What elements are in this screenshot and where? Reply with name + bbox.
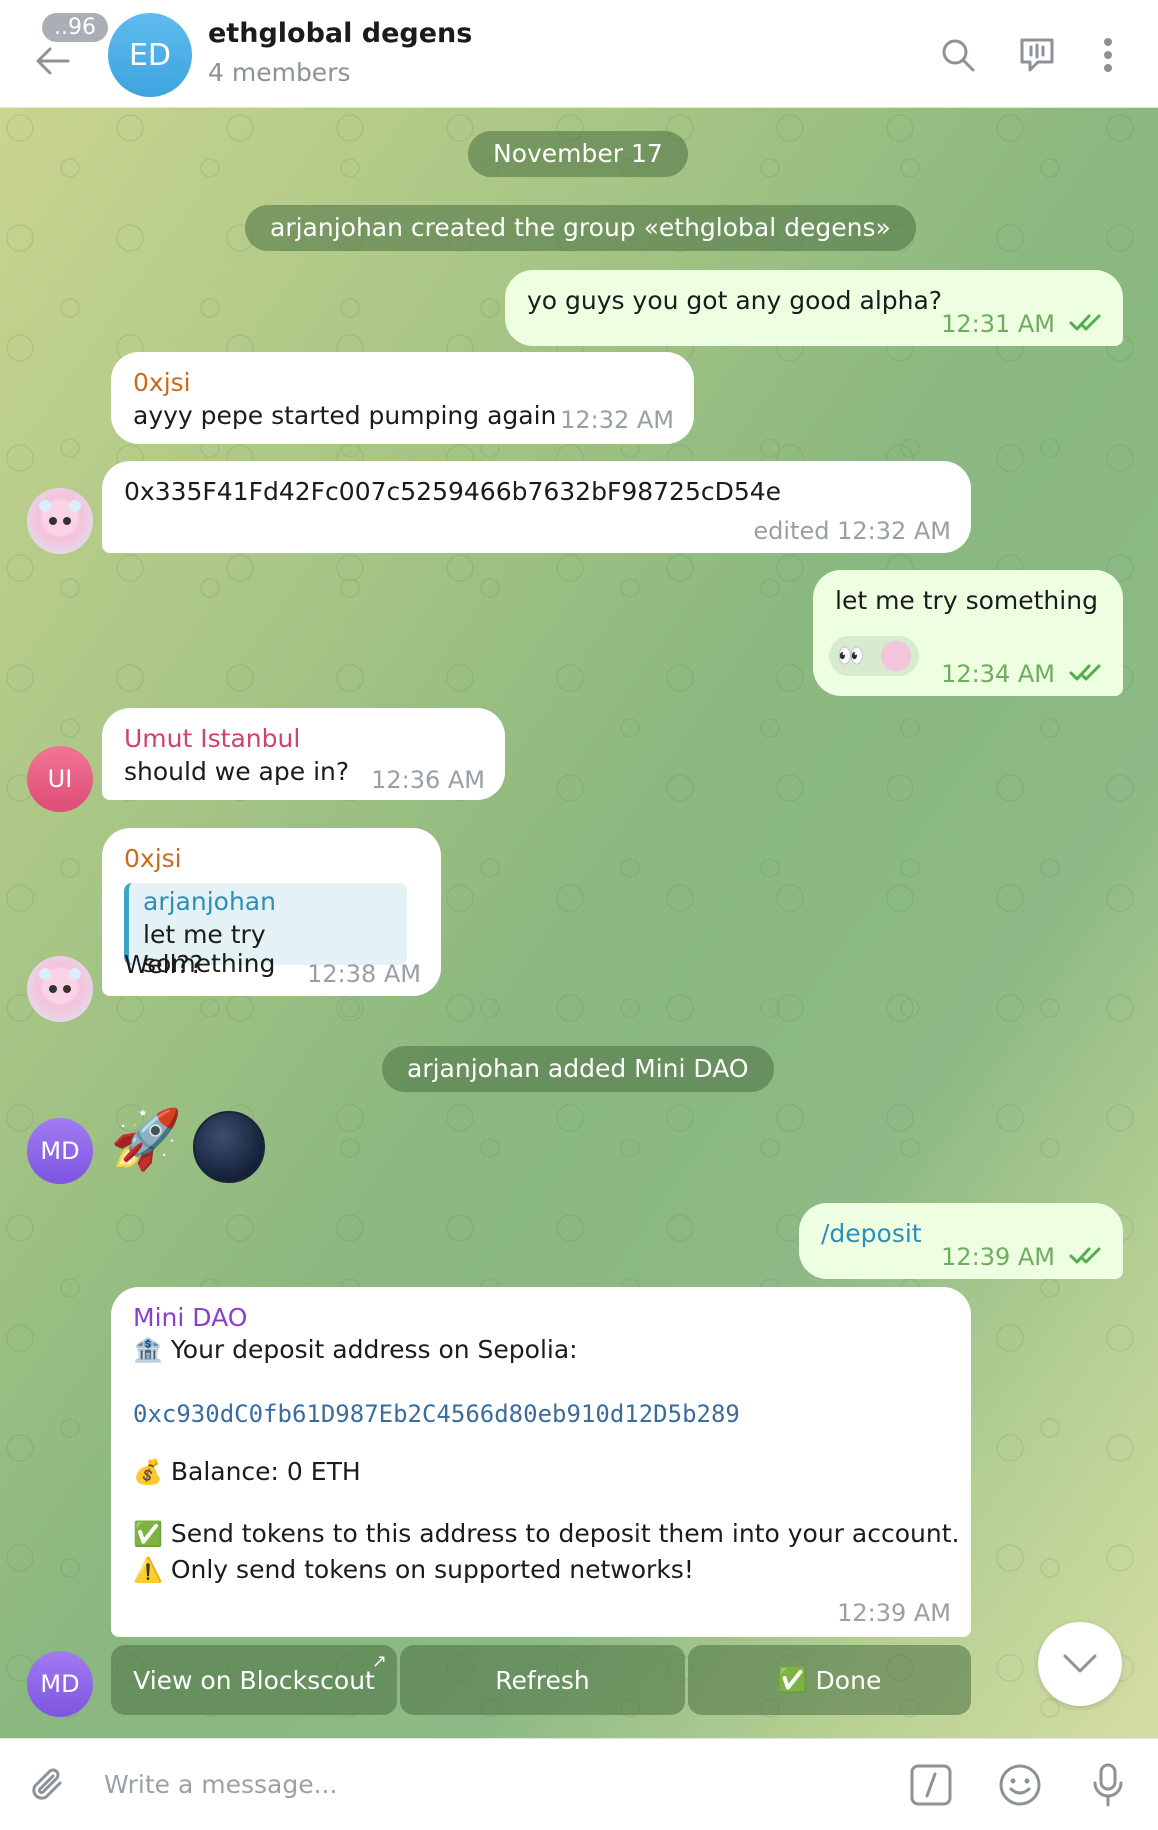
eyes-icon: 👀 — [837, 643, 865, 669]
refresh-button[interactable]: Refresh — [400, 1645, 685, 1715]
arrow-left-icon — [36, 47, 70, 75]
view-on-blockscout-button[interactable]: View on Blockscout ↗ — [111, 1645, 397, 1715]
chat-header: ..96 ED ethglobal degens 4 members — [0, 0, 1158, 108]
message-time: 12:39 AM — [837, 1599, 951, 1627]
anime-avatar-icon — [39, 968, 81, 1004]
search-button[interactable] — [933, 30, 983, 80]
button-label: View on Blockscout — [133, 1665, 375, 1695]
sender-name[interactable]: Umut Istanbul — [124, 724, 483, 753]
deposit-address[interactable]: 0xc930dC0fb61D987Eb2C4566d80eb910d12D5b2… — [133, 1400, 740, 1428]
video-chat-button[interactable] — [1012, 30, 1062, 80]
avatar[interactable]: MD — [27, 1651, 93, 1717]
more-menu-button[interactable] — [1083, 30, 1133, 80]
external-link-icon: ↗ — [371, 1651, 387, 1672]
planet-sticker-icon — [193, 1111, 265, 1183]
avatar[interactable] — [27, 488, 93, 554]
avatar[interactable]: MD — [27, 1118, 93, 1184]
double-check-icon — [1069, 664, 1101, 681]
double-check-icon — [1069, 1247, 1101, 1264]
service-message-created: arjanjohan created the group «ethglobal … — [245, 205, 916, 251]
more-vertical-icon — [1104, 38, 1112, 72]
sender-name[interactable]: 0xjsi — [124, 844, 419, 873]
button-label: Done — [815, 1665, 882, 1695]
message-time: 12:32 AM — [560, 406, 674, 434]
avatar[interactable] — [27, 956, 93, 1022]
reactor-avatar — [880, 641, 911, 671]
smiley-icon — [999, 1764, 1041, 1806]
message-time: 12:38 AM — [307, 960, 421, 988]
check-mark-icon: ✅ — [133, 1520, 163, 1548]
note-text: Only send tokens on supported networks! — [170, 1555, 694, 1584]
message-incoming[interactable]: Mini DAO 🏦 Your deposit address on Sepol… — [111, 1287, 971, 1637]
attach-button[interactable] — [20, 1757, 76, 1813]
sender-name[interactable]: Mini DAO — [133, 1303, 949, 1332]
message-composer — [0, 1738, 1158, 1830]
chat-avatar[interactable]: ED — [108, 13, 192, 97]
reactions[interactable]: 👀 — [829, 636, 919, 676]
microphone-icon — [1093, 1763, 1123, 1807]
message-time: 12:39 AM — [941, 1243, 1055, 1271]
message-incoming[interactable]: 0xjsi ayyy pepe started pumping again 12… — [111, 352, 694, 444]
message-outgoing[interactable]: yo guys you got any good alpha? 12:31 AM — [505, 270, 1123, 346]
member-count: 4 members — [208, 58, 351, 87]
note-text: Send tokens to this address to deposit t… — [170, 1519, 960, 1548]
done-button[interactable]: ✅ Done — [688, 1645, 971, 1715]
message-outgoing[interactable]: let me try something 👀 12:34 AM — [813, 570, 1123, 696]
avatar[interactable]: UI — [27, 746, 93, 812]
slash-command-icon — [910, 1764, 952, 1806]
chat-title[interactable]: ethglobal degens — [208, 18, 472, 49]
message-time: 12:36 AM — [371, 766, 485, 794]
search-icon — [942, 39, 975, 72]
warning-icon: ⚠️ — [133, 1556, 163, 1584]
note-line-2: ⚠️ Only send tokens on supported network… — [133, 1555, 694, 1584]
anime-avatar-icon — [39, 500, 81, 536]
message-incoming[interactable]: Umut Istanbul should we ape in? 12:36 AM — [102, 708, 505, 800]
paperclip-icon — [32, 1768, 62, 1800]
note-line-1: ✅ Send tokens to this address to deposit… — [133, 1519, 959, 1548]
deposit-line: 🏦 Your deposit address on Sepolia: — [133, 1335, 578, 1364]
message-time: 12:34 AM — [941, 660, 1055, 688]
message-text: Well?? — [124, 950, 204, 979]
rocket-icon: 🚀 — [110, 1105, 183, 1173]
date-pill: November 17 — [468, 131, 688, 177]
voice-message-button[interactable] — [1080, 1757, 1136, 1813]
check-mark-icon: ✅ — [777, 1666, 808, 1694]
message-incoming[interactable]: 0x335F41Fd42Fc007c5259466b7632bF98725cD5… — [102, 461, 971, 553]
sender-name[interactable]: 0xjsi — [133, 368, 672, 397]
double-check-icon — [1069, 314, 1101, 331]
command-link[interactable]: /deposit — [821, 1219, 922, 1248]
message-outgoing[interactable]: /deposit 12:39 AM — [799, 1203, 1123, 1279]
live-stream-icon — [1020, 38, 1054, 72]
reply-sender: arjanjohan — [143, 887, 276, 916]
message-text: let me try something — [835, 586, 1098, 615]
message-text: yo guys you got any good alpha? — [527, 286, 943, 315]
service-message-added: arjanjohan added Mini DAO — [382, 1046, 774, 1092]
message-text: Your deposit address on Sepolia: — [170, 1335, 578, 1364]
chat-history[interactable]: November 17 arjanjohan created the group… — [0, 108, 1158, 1738]
message-text: 0x335F41Fd42Fc007c5259466b7632bF98725cD5… — [124, 477, 782, 506]
chevron-down-icon — [1063, 1654, 1097, 1673]
message-input[interactable] — [88, 1759, 868, 1809]
bot-commands-button[interactable] — [903, 1757, 959, 1813]
balance-line: 💰 Balance: 0 ETH — [133, 1457, 361, 1486]
message-incoming[interactable]: 0xjsi arjanjohan let me try something We… — [102, 828, 441, 996]
message-time: edited 12:32 AM — [753, 517, 951, 545]
balance-text: Balance: 0 ETH — [170, 1457, 361, 1486]
message-time: 12:31 AM — [941, 310, 1055, 338]
bank-icon: 🏦 — [133, 1336, 163, 1364]
scroll-to-bottom-button[interactable] — [1038, 1622, 1122, 1706]
emoji-button[interactable] — [992, 1757, 1048, 1813]
unread-badge: ..96 — [42, 13, 108, 42]
money-bag-icon: 💰 — [133, 1458, 163, 1486]
button-label: Refresh — [495, 1665, 590, 1695]
